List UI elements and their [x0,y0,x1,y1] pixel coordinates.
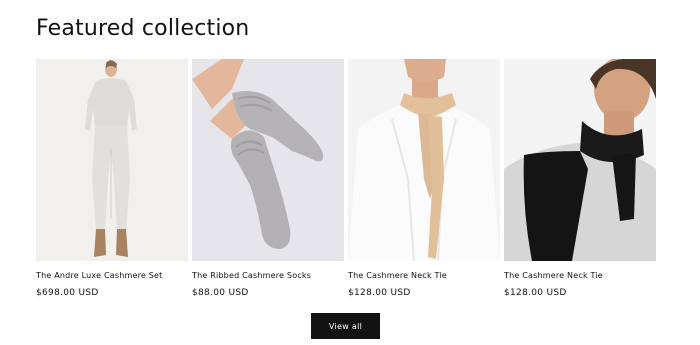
product-price: $88.00 USD [192,288,249,298]
section-heading: Featured collection [36,16,250,41]
view-all-button[interactable]: View all [311,313,380,339]
neck-tie-black-image [504,59,656,261]
product-grid: The Andre Luxe Cashmere Set $698.00 USD [36,59,656,299]
neck-tie-tan-image [348,59,500,261]
product-title[interactable]: The Cashmere Neck Tie [504,270,656,282]
product-card[interactable]: The Andre Luxe Cashmere Set $698.00 USD [36,59,188,299]
product-image[interactable] [192,59,344,261]
product-card[interactable]: The Ribbed Cashmere Socks $88.00 USD [192,59,344,299]
product-title[interactable]: The Ribbed Cashmere Socks [192,270,344,282]
product-image[interactable] [348,59,500,261]
cashmere-socks-image [192,59,344,261]
product-price: $698.00 USD [36,288,99,298]
product-image[interactable] [36,59,188,261]
featured-collection-section: Featured collection The Andre Luxe Cashm… [0,0,700,345]
product-title[interactable]: The Cashmere Neck Tie [348,270,500,282]
product-image[interactable] [504,59,656,261]
cashmere-set-image [36,59,188,261]
product-price: $128.00 USD [348,288,411,298]
product-card[interactable]: The Cashmere Neck Tie $128.00 USD [348,59,500,299]
product-price: $128.00 USD [504,288,567,298]
product-card[interactable]: The Cashmere Neck Tie $128.00 USD [504,59,656,299]
product-title[interactable]: The Andre Luxe Cashmere Set [36,270,188,282]
